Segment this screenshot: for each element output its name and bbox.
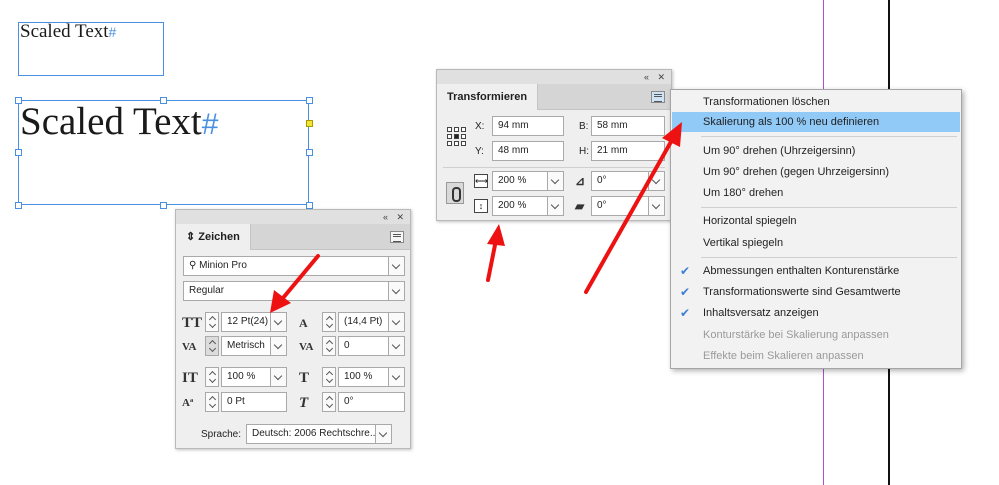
annotation-arrow-menu — [584, 122, 682, 294]
annotation-arrow-font-size — [270, 254, 320, 313]
annotation-arrow-scale — [486, 224, 505, 282]
annotation-arrows — [270, 122, 682, 313]
